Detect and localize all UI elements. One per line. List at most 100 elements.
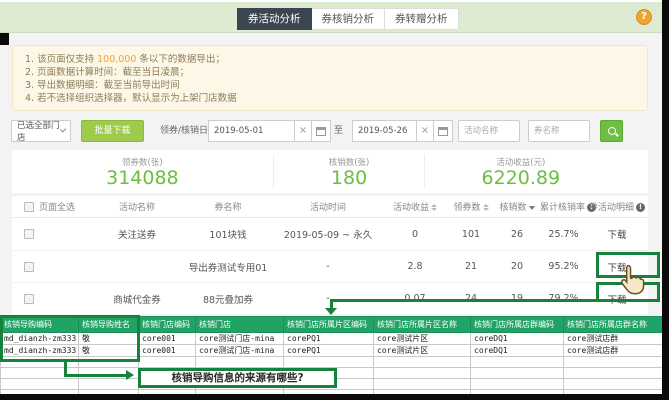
sheet-col-group-name: 核销门店所属店群名称 bbox=[563, 316, 663, 333]
tab-coupon-transfer-analysis[interactable]: 券转赠分析 bbox=[385, 8, 459, 30]
store-select-value: 已选全部门店 bbox=[17, 121, 60, 143]
date-start-input[interactable]: 2019-05-01 bbox=[208, 120, 295, 142]
col-received-sort[interactable]: 领券数 bbox=[448, 200, 494, 213]
tab-coupon-redeem-analysis[interactable]: 券核销分析 bbox=[311, 8, 385, 30]
received-count: 101 bbox=[461, 228, 481, 240]
sort-icon bbox=[431, 204, 437, 211]
stat-value: 180 bbox=[330, 167, 368, 189]
notice-line-3: 3. 导出数据明细：截至当前导出时间 bbox=[25, 80, 180, 91]
received-count: 21 bbox=[464, 261, 478, 272]
sheet-cell: corePQ1 bbox=[283, 332, 374, 345]
activity-revenue: 2.8 bbox=[407, 261, 423, 272]
frame-edge-bottom bbox=[0, 394, 669, 400]
row-checkbox[interactable] bbox=[24, 229, 34, 239]
coupon-name: 导出券测试专用01 bbox=[188, 262, 268, 274]
coupon-name-input[interactable] bbox=[528, 120, 590, 142]
hand-cursor-icon bbox=[618, 263, 648, 301]
stat-coupons-redeemed: 核销数(张) 180 bbox=[272, 154, 426, 189]
col-coupon-name: 券名称 bbox=[214, 203, 242, 213]
activity-name-input[interactable] bbox=[458, 120, 520, 142]
batch-download-button[interactable]: 批量下载 bbox=[81, 120, 144, 142]
arrow-right-icon bbox=[126, 370, 134, 380]
stat-value: 314088 bbox=[106, 167, 179, 189]
date-end-group: 2019-05-26 × bbox=[352, 120, 453, 142]
notice-line-1: 1. 该页面仅支持 100,000 条以下的数据导出； bbox=[25, 54, 225, 65]
redeem-rate: 95.2% bbox=[548, 261, 579, 272]
date-end-calendar-button[interactable] bbox=[434, 120, 453, 142]
date-end-clear-icon[interactable]: × bbox=[417, 120, 434, 142]
annotation-line-vertical bbox=[330, 299, 333, 308]
sheet-cell: core001 bbox=[138, 344, 196, 357]
activity-name: 商城代金券 bbox=[113, 294, 161, 306]
redeemed-count: 26 bbox=[510, 228, 524, 240]
sheet-cell: coreDQ1 bbox=[470, 344, 564, 357]
top-tab-bar: 券活动分析 券核销分析 券转赠分析 ? bbox=[0, 2, 662, 33]
notice-line-4: 4. 若不选择组织选择器，默认显示为上架门店数据 bbox=[25, 93, 237, 104]
stat-value: 6220.89 bbox=[481, 167, 561, 189]
annotation-callout: 核销导购信息的来源有哪些? bbox=[138, 368, 337, 388]
sort-icon bbox=[482, 204, 489, 211]
sheet-col-store-code: 核销门店编码 bbox=[138, 316, 196, 333]
store-select-dropdown[interactable]: 已选全部门店 bbox=[11, 120, 71, 143]
redeemed-count: 20 bbox=[510, 261, 524, 272]
activity-table: 页面全选 活动名称 券名称 活动时间 活动收益 领券数 核销数 累计核销率! 券… bbox=[12, 196, 648, 314]
stat-activity-revenue: 活动收益(元) 6220.89 bbox=[425, 154, 616, 189]
notice-box: 1. 该页面仅支持 100,000 条以下的数据导出； 2. 页面数据计算时间：… bbox=[12, 45, 648, 111]
sheet-col-group-code: 核销门店所属店群编码 bbox=[470, 316, 564, 333]
stat-coupons-received: 领券数(张) 314088 bbox=[12, 154, 273, 189]
main-content: 1. 该页面仅支持 100,000 条以下的数据导出； 2. 页面数据计算时间：… bbox=[0, 33, 662, 316]
annotation-line-horizontal bbox=[64, 374, 126, 377]
coupon-analytics-screen: 券活动分析 券核销分析 券转赠分析 ? 1. 该页面仅支持 100,000 条以… bbox=[0, 0, 669, 400]
date-start-clear-icon[interactable]: × bbox=[295, 120, 312, 142]
row-checkbox[interactable] bbox=[24, 293, 34, 304]
help-icon[interactable]: ? bbox=[636, 9, 652, 25]
select-all-checkbox[interactable] bbox=[24, 201, 34, 212]
col-activity-detail: 券活动明细! bbox=[587, 200, 647, 213]
sheet-cell: core测试门店-mina bbox=[195, 332, 284, 345]
select-all-label: 页面全选 bbox=[39, 203, 76, 213]
arrow-down-icon bbox=[325, 308, 337, 315]
date-start-calendar-button[interactable] bbox=[312, 120, 331, 142]
filter-bar: 已选全部门店 批量下载 领券/核销日期 2019-05-01 × 至 2019-… bbox=[0, 120, 662, 144]
activity-name: 关注送券 bbox=[117, 230, 156, 241]
date-to-label: 至 bbox=[334, 126, 344, 136]
col-redeemed-sort[interactable]: 核销数 bbox=[494, 200, 540, 213]
table-row: 导出券测试专用01 - 2.8 21 20 95.2% 下载 bbox=[12, 250, 648, 282]
summary-stats-card: 领券数(张) 314088 核销数(张) 180 活动收益(元) 6220.89 bbox=[12, 150, 648, 193]
redeem-rate: 25.7% bbox=[548, 228, 579, 240]
sheet-cell: coreDQ1 bbox=[470, 332, 564, 345]
sheet-cell: core测试店群 bbox=[563, 332, 663, 345]
notice-line-2: 2. 页面数据计算时间：截至当日凌晨； bbox=[25, 67, 190, 78]
sheet-col-region-code: 核销门店所属片区编码 bbox=[283, 316, 374, 333]
frame-edge-right bbox=[662, 0, 669, 400]
guide-columns-bracket bbox=[0, 315, 140, 362]
select-all-cell: 页面全选 bbox=[12, 200, 92, 213]
sheet-cell: core测试店群 bbox=[563, 344, 663, 357]
download-link[interactable]: 下载 bbox=[587, 227, 647, 241]
analysis-tabs: 券活动分析 券核销分析 券转赠分析 bbox=[237, 8, 459, 30]
notice-limit-highlight: 100,000 bbox=[97, 54, 137, 65]
date-end-input[interactable]: 2019-05-26 bbox=[352, 120, 417, 142]
coupon-name: 101块钱 bbox=[209, 230, 247, 241]
tab-coupon-activity-analysis[interactable]: 券活动分析 bbox=[237, 8, 312, 30]
search-icon bbox=[607, 127, 616, 135]
sheet-col-store: 核销门店 bbox=[195, 316, 284, 333]
sheet-cell: corePQ1 bbox=[283, 344, 374, 357]
info-icon[interactable]: ! bbox=[636, 203, 645, 212]
table-header-row: 页面全选 活动名称 券名称 活动时间 活动收益 领券数 核销数 累计核销率! 券… bbox=[12, 196, 648, 218]
col-activity-name: 活动名称 bbox=[118, 203, 155, 213]
sheet-col-region-name: 核销门店所属片区名称 bbox=[373, 316, 471, 333]
sheet-cell: core测试片区 bbox=[373, 332, 471, 345]
col-activity-revenue-sort[interactable]: 活动收益 bbox=[382, 200, 448, 213]
search-button[interactable] bbox=[600, 120, 623, 142]
sheet-cell: core001 bbox=[138, 332, 196, 345]
activity-time: 2019-05-09 ~ 永久 bbox=[283, 230, 373, 241]
coupon-name: 88元叠加券 bbox=[202, 294, 254, 306]
calendar-icon bbox=[316, 126, 326, 136]
activity-revenue: 0 bbox=[411, 228, 419, 240]
col-cumulative-rate: 累计核销率! bbox=[540, 200, 597, 213]
row-checkbox[interactable] bbox=[24, 261, 34, 272]
sheet-cell: core测试片区 bbox=[373, 344, 471, 357]
annotation-line-horizontal bbox=[330, 299, 598, 302]
date-start-group: 2019-05-01 × bbox=[208, 120, 331, 142]
